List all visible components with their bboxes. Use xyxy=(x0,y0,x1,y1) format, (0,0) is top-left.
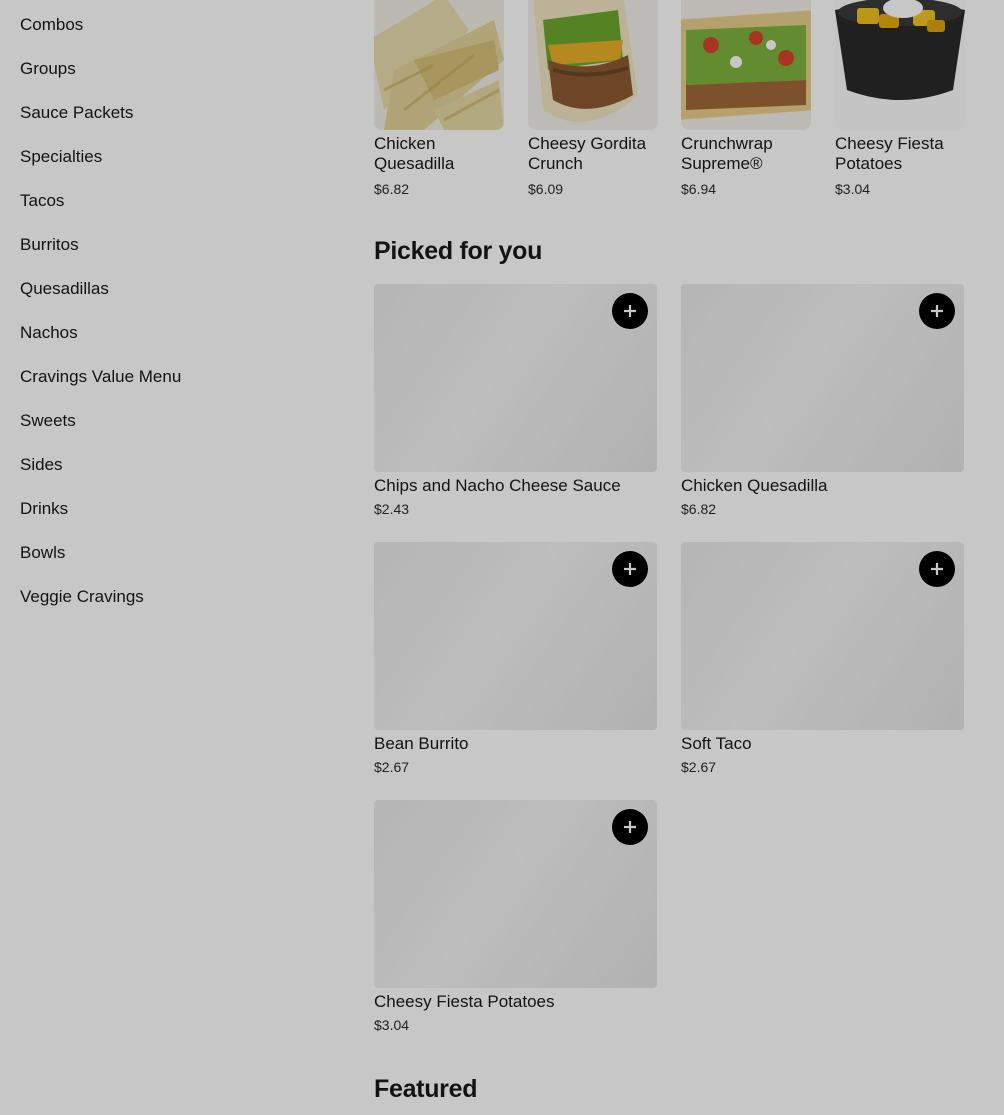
sidebar-item-sides[interactable]: Sides xyxy=(20,454,63,476)
top-item-card[interactable]: Crunchwrap Supreme® $6.94 xyxy=(681,0,811,198)
picked-item-card[interactable]: Chicken Quesadilla $6.82 xyxy=(681,284,964,518)
top-item-card[interactable]: Chicken Quesadilla $6.82 xyxy=(374,0,504,198)
item-price: $3.04 xyxy=(374,1017,410,1033)
item-price: $2.43 xyxy=(374,501,410,517)
sidebar-item-specialties[interactable]: Specialties xyxy=(20,146,102,168)
top-item-price: $3.04 xyxy=(835,181,871,197)
add-to-cart-button[interactable] xyxy=(612,293,648,329)
sidebar-item-nachos[interactable]: Nachos xyxy=(20,322,78,344)
plus-icon xyxy=(931,305,943,317)
item-name: Soft Taco xyxy=(681,734,752,753)
item-price: $2.67 xyxy=(374,759,410,775)
sidebar-item-combos[interactable]: Combos xyxy=(20,14,83,36)
sidebar-item-burritos[interactable]: Burritos xyxy=(20,234,79,256)
top-item-card[interactable]: Cheesy Fiesta Potatoes $3.04 xyxy=(835,0,965,198)
top-item-card[interactable]: Cheesy Gordita Crunch $6.09 xyxy=(528,0,658,198)
item-name: Chicken Quesadilla xyxy=(681,476,828,495)
sidebar-item-tacos[interactable]: Tacos xyxy=(20,190,64,212)
food-photo-quesadilla xyxy=(374,0,504,130)
item-price: $2.67 xyxy=(681,759,717,775)
sidebar-item-cravings-value-menu[interactable]: Cravings Value Menu xyxy=(20,366,181,388)
item-price: $6.82 xyxy=(681,501,717,517)
sidebar-item-sweets[interactable]: Sweets xyxy=(20,410,76,432)
picked-item-card[interactable]: Soft Taco $2.67 xyxy=(681,542,964,776)
sidebar-item-quesadillas[interactable]: Quesadillas xyxy=(20,278,109,300)
sidebar-item-bowls[interactable]: Bowls xyxy=(20,542,65,564)
top-item-name: Cheesy Fiesta Potatoes xyxy=(835,134,944,173)
item-image-placeholder xyxy=(374,284,657,472)
top-item-name: Crunchwrap Supreme® xyxy=(681,134,773,173)
add-to-cart-button[interactable] xyxy=(612,809,648,845)
item-image-placeholder xyxy=(374,800,657,988)
sidebar-item-sauce-packets[interactable]: Sauce Packets xyxy=(20,102,133,124)
sidebar-item-drinks[interactable]: Drinks xyxy=(20,498,68,520)
add-to-cart-button[interactable] xyxy=(919,551,955,587)
add-to-cart-button[interactable] xyxy=(919,293,955,329)
sidebar-item-veggie-cravings[interactable]: Veggie Cravings xyxy=(20,586,144,608)
top-item-name: Cheesy Gordita Crunch xyxy=(528,134,647,173)
item-name: Chips and Nacho Cheese Sauce xyxy=(374,476,621,495)
food-photo-gordita xyxy=(528,0,658,130)
sidebar-item-groups[interactable]: Groups xyxy=(20,58,76,80)
picked-item-card[interactable]: Cheesy Fiesta Potatoes $3.04 xyxy=(374,800,657,1034)
top-item-price: $6.82 xyxy=(374,181,410,197)
top-item-price: $6.09 xyxy=(528,181,564,197)
food-photo-fiesta-potatoes xyxy=(835,0,965,130)
picked-item-card[interactable]: Bean Burrito $2.67 xyxy=(374,542,657,776)
menu-content: Chicken Quesadilla $6.82 Cheesy Gordita … xyxy=(374,0,965,1115)
plus-icon xyxy=(624,563,636,575)
section-title-featured: Featured xyxy=(374,1075,478,1103)
item-image-placeholder xyxy=(374,542,657,730)
section-title-picked: Picked for you xyxy=(374,237,543,265)
top-item-name: Chicken Quesadilla xyxy=(374,134,455,173)
plus-icon xyxy=(624,821,636,833)
top-item-price: $6.94 xyxy=(681,181,717,197)
plus-icon xyxy=(624,305,636,317)
food-photo-crunchwrap xyxy=(681,0,811,130)
item-image-placeholder xyxy=(681,542,964,730)
item-name: Bean Burrito xyxy=(374,734,469,753)
item-image-placeholder xyxy=(681,284,964,472)
item-name: Cheesy Fiesta Potatoes xyxy=(374,992,555,1011)
add-to-cart-button[interactable] xyxy=(612,551,648,587)
plus-icon xyxy=(931,563,943,575)
picked-item-card[interactable]: Chips and Nacho Cheese Sauce $2.43 xyxy=(374,284,657,518)
